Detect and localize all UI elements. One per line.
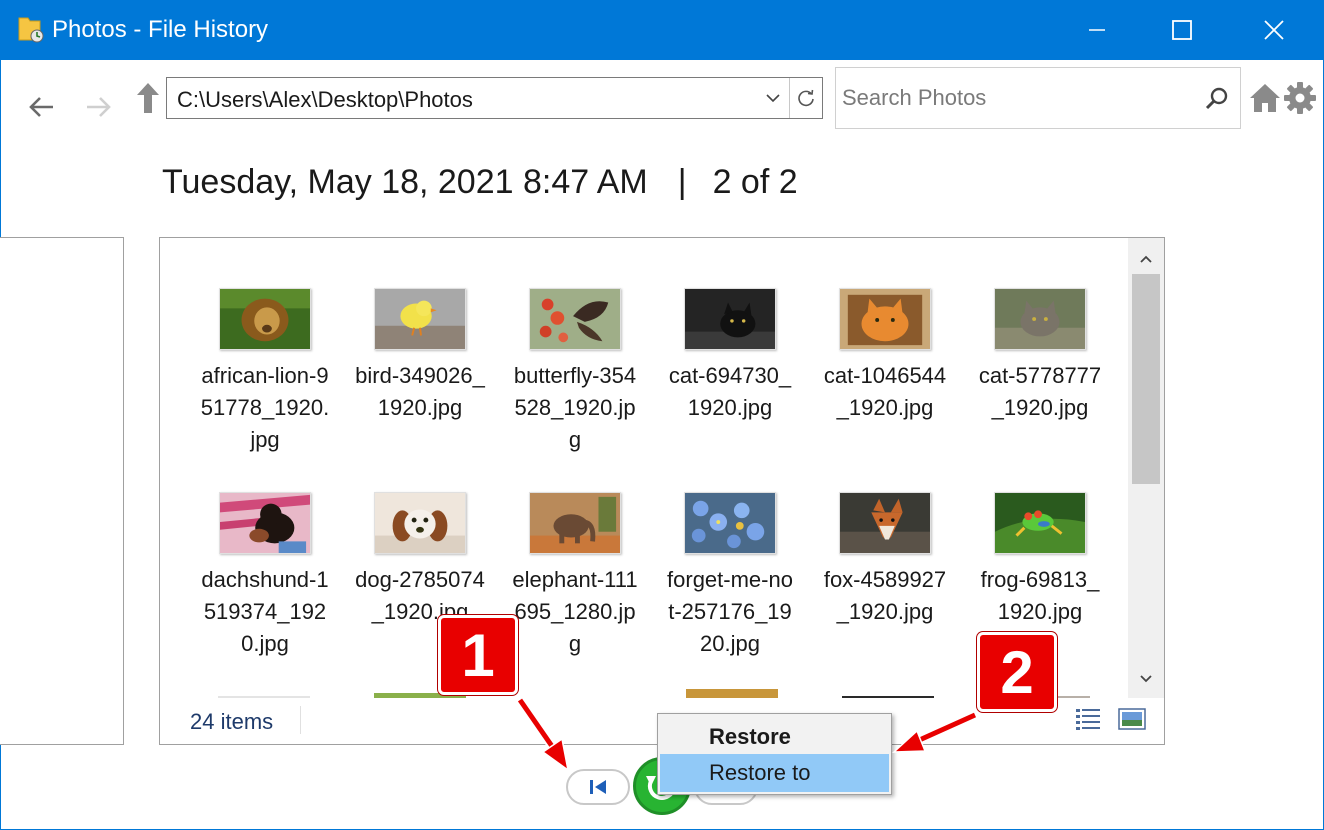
file-name: butterfly-354528_1920.jpg xyxy=(513,363,637,452)
dog-thumbnail xyxy=(374,492,466,554)
scroll-down-button[interactable] xyxy=(1128,662,1164,696)
menu-item-restore-to[interactable]: Restore to xyxy=(660,754,889,792)
close-button[interactable] xyxy=(1228,0,1320,60)
scrollbar-thumb[interactable] xyxy=(1132,274,1160,484)
file-item[interactable]: frog-69813_1920.jpg xyxy=(965,492,1115,628)
gear-icon[interactable] xyxy=(1282,80,1318,116)
file-item[interactable]: forget-me-not-257176_1920.jpg xyxy=(655,492,805,660)
file-history-icon xyxy=(18,17,44,43)
heading-separator: | xyxy=(677,163,687,201)
file-name: cat-5778777_1920.jpg xyxy=(978,363,1102,420)
details-view-icon[interactable] xyxy=(1074,706,1102,732)
file-item[interactable]: cat-1046544_1920.jpg xyxy=(810,288,960,424)
window-title: Photos - File History xyxy=(52,16,269,43)
search-input[interactable] xyxy=(842,82,1192,114)
elephant-thumbnail xyxy=(529,492,621,554)
lion-thumbnail xyxy=(219,288,311,350)
chevron-up-icon xyxy=(1140,255,1152,263)
item-count: 24 items xyxy=(190,709,274,734)
file-name: african-lion-951778_1920.jpg xyxy=(200,363,330,452)
scroll-up-button[interactable] xyxy=(1128,242,1164,276)
black-cat-thumbnail xyxy=(684,288,776,350)
version-position: 2 of 2 xyxy=(712,163,798,201)
previous-version-button[interactable] xyxy=(566,769,630,805)
title-bar: Photos - File History xyxy=(0,0,1324,60)
bird-thumbnail xyxy=(374,288,466,350)
large-icons-view-icon[interactable] xyxy=(1118,706,1146,732)
backup-version-heading: Tuesday, May 18, 2021 8:47 AM | 2 of 2 xyxy=(162,163,798,202)
fox-thumbnail xyxy=(839,492,931,554)
forward-button[interactable] xyxy=(82,90,116,124)
address-dropdown-button[interactable] xyxy=(757,78,789,118)
address-bar[interactable]: C:\Users\Alex\Desktop\Photos xyxy=(166,77,823,119)
backup-date: Tuesday, May 18, 2021 8:47 AM xyxy=(162,163,648,201)
chevron-down-icon xyxy=(766,94,780,103)
refresh-button[interactable] xyxy=(790,78,822,118)
file-item[interactable]: bird-349026_1920.jpg xyxy=(345,288,495,424)
callout-badge-1: 1 xyxy=(438,615,518,695)
file-item[interactable]: african-lion-951778_1920.jpg xyxy=(190,288,340,456)
minimize-button[interactable] xyxy=(1051,0,1143,60)
file-name: fox-4589927_1920.jpg xyxy=(823,567,947,624)
maximize-button[interactable] xyxy=(1136,0,1228,60)
minimize-icon xyxy=(1089,29,1105,31)
chevron-down-icon xyxy=(1140,675,1152,683)
file-name: forget-me-not-257176_1920.jpg xyxy=(667,567,793,656)
menu-item-restore[interactable]: Restore xyxy=(660,718,889,756)
skip-previous-icon xyxy=(590,780,606,794)
status-divider xyxy=(300,706,301,734)
flowers-thumbnail xyxy=(684,492,776,554)
previous-version-panel[interactable] xyxy=(0,237,124,745)
file-name: bird-349026_1920.jpg xyxy=(355,363,485,420)
butterfly-thumbnail xyxy=(529,288,621,350)
search-box[interactable] xyxy=(835,67,1241,129)
frog-thumbnail xyxy=(994,492,1086,554)
up-arrow-icon xyxy=(137,83,159,113)
maximize-icon xyxy=(1172,20,1192,40)
close-icon xyxy=(1264,20,1284,40)
back-arrow-icon xyxy=(29,97,53,117)
file-item-partial xyxy=(686,689,778,698)
vertical-scrollbar[interactable] xyxy=(1128,238,1164,698)
up-button[interactable] xyxy=(133,80,163,116)
dachshund-thumbnail xyxy=(219,492,311,554)
forward-arrow-icon xyxy=(87,97,111,117)
grey-cat-thumbnail xyxy=(994,288,1086,350)
file-item[interactable]: elephant-111695_1280.jpg xyxy=(500,492,650,660)
search-button[interactable] xyxy=(1202,84,1232,114)
file-item[interactable]: cat-5778777_1920.jpg xyxy=(965,288,1115,424)
callout-badge-2: 2 xyxy=(977,632,1057,712)
file-name: frog-69813_1920.jpg xyxy=(980,567,1100,624)
file-name: cat-694730_1920.jpg xyxy=(668,363,792,420)
refresh-icon xyxy=(798,89,814,107)
file-item[interactable]: fox-4589927_1920.jpg xyxy=(810,492,960,628)
address-path: C:\Users\Alex\Desktop\Photos xyxy=(177,87,473,112)
file-name: cat-1046544_1920.jpg xyxy=(823,363,947,420)
file-grid: african-lion-951778_1920.jpg bird-349026… xyxy=(160,238,1130,698)
file-name: elephant-111695_1280.jpg xyxy=(512,567,638,656)
restore-context-menu: Restore Restore to xyxy=(657,713,892,795)
file-name: dachshund-1519374_1920.jpg xyxy=(201,567,329,656)
file-item[interactable]: dachshund-1519374_1920.jpg xyxy=(190,492,340,660)
search-icon xyxy=(1205,87,1228,110)
file-item[interactable]: cat-694730_1920.jpg xyxy=(655,288,805,424)
orange-cat-thumbnail xyxy=(839,288,931,350)
file-item[interactable]: dog-2785074_1920.jpg xyxy=(345,492,495,628)
file-item[interactable]: butterfly-354528_1920.jpg xyxy=(500,288,650,456)
home-icon[interactable] xyxy=(1248,82,1282,114)
back-button[interactable] xyxy=(24,90,58,124)
